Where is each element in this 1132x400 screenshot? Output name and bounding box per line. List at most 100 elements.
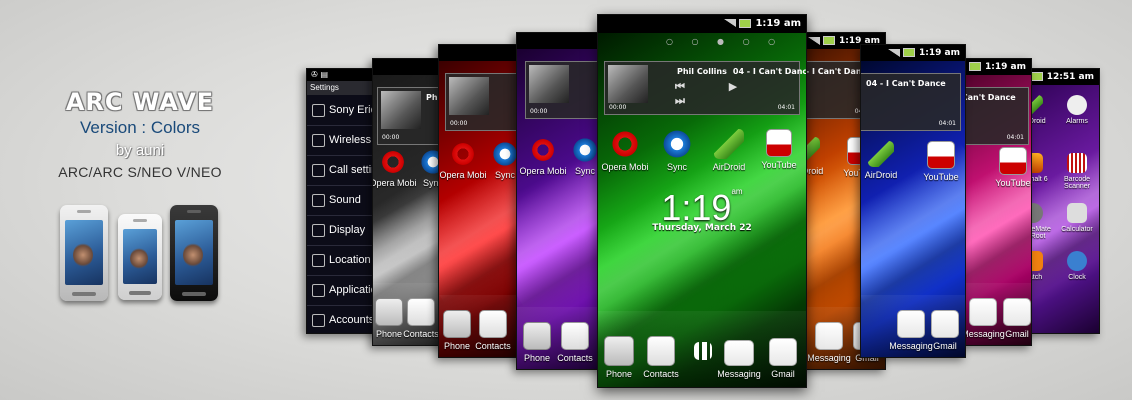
wifi-icon [312,134,325,147]
airdroid-icon [714,129,744,159]
song-info: 04 - I Can't Dance [866,79,946,88]
battery-icon [969,62,982,71]
app-clock[interactable]: Clock [1057,251,1097,281]
elapsed-time: 00:00 [382,134,400,141]
contacts-icon [647,336,675,366]
page-indicator: ○ ○ ● ○ ○ [666,37,784,46]
icon-label: Phone [605,369,633,379]
gmail-icon [1003,298,1031,326]
signal-icon [808,36,821,45]
status-time: 12:51 am [1046,72,1094,82]
brand-models: ARC/ARC S/NEO V/NEO [58,164,222,180]
icon-label: Contacts [643,369,679,379]
youtube-icon [766,129,792,157]
album-art [449,77,489,115]
youtube-icon [999,147,1027,175]
artist-label: Phil Collins [677,67,727,76]
app-calculator[interactable]: Calculator [1057,203,1097,233]
elapsed-time: 00:00 [450,120,468,127]
gmail-icon [931,310,959,338]
music-widget[interactable]: Phil Collins 04 - I Can't Dance ⏮ ▶ ⏭ 00:… [604,61,806,115]
icon-label: AirDroid [712,162,746,172]
contacts-icon [479,310,507,338]
icon-label: Gmail [771,369,795,379]
opera-shortcut[interactable]: Opera Mobi [598,129,652,172]
icon-label: YouTube [761,160,797,170]
settings-item-label: Sound [329,194,361,206]
youtube-icon [927,141,955,169]
album-art [529,65,569,103]
grid-icon [694,342,712,360]
app-barcode[interactable]: Barcode Scanner [1057,153,1097,190]
mini-phone-arc [60,205,108,301]
icon-label: Contacts [403,329,439,339]
settings-item-label: Display [329,224,366,236]
contacts-icon [407,298,435,326]
total-time: 04:01 [938,120,956,127]
youtube-shortcut[interactable]: YouTube [983,147,1031,188]
contacts-shortcut[interactable]: Contacts [545,322,605,363]
music-widget[interactable]: 04 - I Can't Dance 04:01 [861,73,961,131]
phone-icon [604,336,634,366]
battery-icon [739,18,752,28]
opera-icon [610,129,640,159]
gmail-shortcut[interactable]: Gmail [756,338,806,379]
battery-icon [1030,72,1043,81]
brand-version: Version : Colors [80,118,200,137]
status-time: 1:19 am [755,18,801,29]
youtube-shortcut[interactable]: YouTube [752,129,806,170]
sony-icon [312,104,325,117]
total-time: 04:01 [777,104,795,111]
album-art [608,65,648,103]
mini-phone-arc-s [170,205,218,301]
sync-icon [492,141,518,167]
lock-icon [312,254,325,267]
icon-label: Barcode Scanner [1063,176,1091,190]
icon-label: Contacts [557,353,593,363]
icon-label: YouTube [995,178,1031,188]
icon-label: Sync [574,166,595,176]
brand-block: ARC WAVE Version : Colors by auni ARC/AR… [40,88,240,180]
icon-label: Gmail [933,341,957,351]
track-label: 04 - I Can't Dance [732,67,807,76]
track-label: 04 - I Can't Dance [866,79,946,88]
gmail-shortcut[interactable]: Gmail [987,298,1031,339]
contacts-shortcut[interactable]: Contacts [463,310,523,351]
icon-label: Gmail [1005,329,1029,339]
airdroid-shortcut[interactable]: AirDroid [861,141,911,180]
elapsed-time: 00:00 [609,104,627,111]
app-alarms[interactable]: Alarms [1057,95,1097,125]
brand-title: ARC WAVE [65,88,215,116]
icon-label: YouTube [923,172,959,182]
icon-label: Contacts [475,341,511,351]
status-bar: 1:19 am [598,15,806,33]
icon-label: Opera Mobi [601,162,649,172]
alarm-clock-icon [1067,95,1087,115]
icon-label: Calculator [1061,226,1093,233]
status-bar: 1:19 am [861,45,965,61]
contacts-icon [561,322,589,350]
envelope-icon [724,340,754,366]
icon-label: Messaging [717,369,761,379]
signal-icon [888,48,901,57]
clock-icon [1067,251,1087,271]
total-time: 04:01 [1006,134,1024,141]
icon-label: Alarms [1066,118,1088,125]
playback-controls[interactable]: ⏮ ▶ ⏭ [675,80,789,108]
airdroid-shortcut[interactable]: AirDroid [702,129,756,172]
signal-icon [724,19,737,27]
clock-ampm: am [731,187,743,196]
battery-icon [823,36,836,45]
song-info: Phil Collins 04 - I Can't Dance [677,67,807,76]
phone-blue: 1:19 am 04 - I Can't Dance 04:01 AirDroid… [860,44,966,358]
sync-shortcut[interactable]: Sync [650,129,704,172]
youtube-shortcut[interactable]: YouTube [911,141,965,182]
opera-icon [530,137,556,163]
icon-label: Sync [494,170,515,180]
speaker-icon [312,194,325,207]
opera-icon [450,141,476,167]
sync-icon [312,314,325,327]
sync-icon [572,137,598,163]
sync-icon [662,129,692,159]
gmail-shortcut[interactable]: Gmail [915,310,965,351]
